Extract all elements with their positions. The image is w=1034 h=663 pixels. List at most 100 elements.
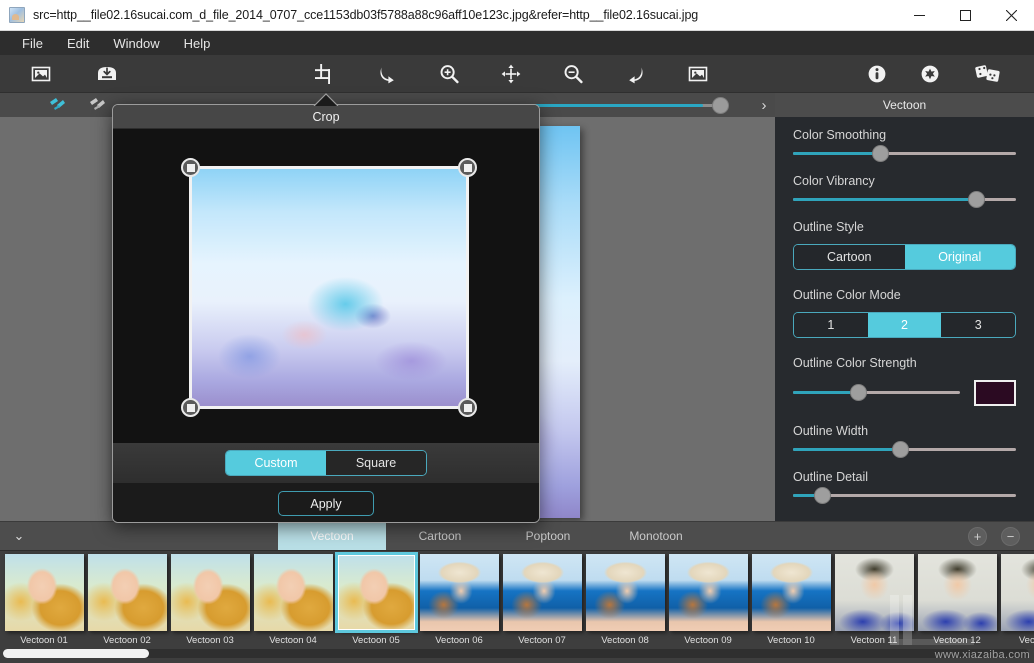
crop-handle-bottom-left[interactable]: [181, 398, 200, 417]
control-label: Outline Detail: [793, 470, 1016, 484]
collapse-chevron-down-icon[interactable]: ⌄: [0, 522, 38, 551]
color-smoothing-slider[interactable]: [793, 152, 1016, 156]
outline-color-mode-1[interactable]: 1: [794, 313, 868, 337]
preset-label: Vectoon 03: [169, 635, 251, 646]
outline-color-strength-slider[interactable]: [793, 391, 960, 395]
crop-dialog-title: Crop: [113, 105, 539, 129]
undo-icon[interactable]: [370, 59, 404, 89]
open-image-icon[interactable]: [24, 59, 58, 89]
preset-thumbnail[interactable]: [5, 554, 84, 631]
add-preset-button[interactable]: +: [968, 527, 987, 546]
randomize-dice-icon[interactable]: [971, 59, 1005, 89]
slider-knob[interactable]: [892, 441, 909, 458]
fit-image-icon[interactable]: [681, 59, 715, 89]
preset-thumbnail[interactable]: [171, 554, 250, 631]
filmstrip-item-selected[interactable]: Vectoon 05: [335, 551, 417, 641]
brush-strokes-icon[interactable]: [48, 96, 72, 114]
control-label: Outline Style: [793, 220, 1016, 234]
color-vibrancy-slider[interactable]: [793, 198, 1016, 202]
info-icon[interactable]: [860, 59, 894, 89]
outline-style-cartoon[interactable]: Cartoon: [794, 245, 905, 269]
settings-icon[interactable]: [913, 59, 947, 89]
crop-icon[interactable]: [308, 59, 342, 89]
crop-preview-stage[interactable]: [113, 129, 539, 443]
menu-window[interactable]: Window: [101, 33, 171, 54]
handle-glyph: [187, 404, 195, 412]
outline-detail-slider[interactable]: [793, 494, 1016, 498]
tab-cartoon[interactable]: Cartoon: [386, 522, 494, 551]
remove-preset-button[interactable]: −: [1001, 527, 1020, 546]
preset-thumbnail[interactable]: [669, 554, 748, 631]
filmstrip-item[interactable]: Vectoon 07: [501, 551, 583, 641]
tab-vectoon[interactable]: Vectoon: [278, 522, 386, 551]
preset-thumbnail[interactable]: [586, 554, 665, 631]
filmstrip-item[interactable]: Vectoon 09: [667, 551, 749, 641]
pan-move-icon[interactable]: [494, 59, 528, 89]
crop-dialog-pointer: [313, 93, 339, 106]
tab-monotoon[interactable]: Monotoon: [602, 522, 710, 551]
menu-help[interactable]: Help: [172, 33, 223, 54]
save-image-icon[interactable]: [90, 59, 124, 89]
slider-knob[interactable]: [968, 191, 985, 208]
control-outline-width: Outline Width: [793, 424, 1016, 452]
filmstrip-item[interactable]: Vectoon 02: [86, 551, 168, 641]
menu-file[interactable]: File: [10, 33, 55, 54]
filmstrip-item[interactable]: Vectoon 10: [750, 551, 832, 641]
crop-handle-bottom-right[interactable]: [458, 398, 477, 417]
filmstrip-item[interactable]: Vectoon 01: [3, 551, 85, 641]
minimize-button[interactable]: [896, 0, 942, 31]
crop-ratio-segmented: Custom Square: [225, 450, 427, 476]
preset-tabs: Vectoon Cartoon Poptoon Monotoon: [278, 522, 710, 551]
preset-filmstrip[interactable]: Vectoon 01 Vectoon 02 Vectoon 03 Vectoon…: [0, 550, 1034, 663]
crop-handle-top-left[interactable]: [181, 158, 200, 177]
outline-color-swatch[interactable]: [974, 380, 1016, 406]
filmstrip-scrollbar[interactable]: [3, 649, 1029, 658]
control-outline-color-strength: Outline Color Strength: [793, 356, 1016, 406]
preset-label: Vectoon 06: [418, 635, 500, 646]
crop-ratio-square[interactable]: Square: [326, 451, 426, 475]
zoom-in-icon[interactable]: [432, 59, 466, 89]
redo-icon[interactable]: [619, 59, 653, 89]
preset-thumbnail[interactable]: [254, 554, 333, 631]
filmstrip-item[interactable]: Vectoon 06: [418, 551, 500, 641]
crop-apply-button[interactable]: Apply: [278, 491, 374, 516]
filmstrip-item[interactable]: Vectoon 08: [584, 551, 666, 641]
outline-color-mode-3[interactable]: 3: [941, 313, 1015, 337]
brush-strokes-gray-icon[interactable]: [88, 96, 112, 114]
filmstrip-item[interactable]: Vectoon 1: [999, 551, 1034, 641]
preset-thumbnail[interactable]: [835, 554, 914, 631]
filmstrip-item[interactable]: Vectoon 04: [252, 551, 334, 641]
preset-thumbnail[interactable]: [918, 554, 997, 631]
outline-color-mode-2[interactable]: 2: [868, 313, 942, 337]
outline-width-slider[interactable]: [793, 448, 1016, 452]
preset-thumbnail[interactable]: [503, 554, 582, 631]
zoom-out-icon[interactable]: [556, 59, 590, 89]
crop-ratio-custom[interactable]: Custom: [226, 451, 326, 475]
crop-handle-top-right[interactable]: [458, 158, 477, 177]
preset-label: Vectoon 02: [86, 635, 168, 646]
preset-thumbnail[interactable]: [88, 554, 167, 631]
preset-thumbnail[interactable]: [337, 554, 416, 631]
filmstrip-item[interactable]: Vectoon 12: [916, 551, 998, 641]
preset-label: Vectoon 1: [999, 635, 1034, 646]
slider-knob[interactable]: [814, 487, 831, 504]
next-effect-chevron-icon[interactable]: ›: [756, 95, 772, 115]
filmstrip-item[interactable]: Vectoon 11: [833, 551, 915, 641]
preset-thumbnail[interactable]: [1001, 554, 1034, 631]
preset-label: Vectoon 10: [750, 635, 832, 646]
filmstrip-item[interactable]: Vectoon 03: [169, 551, 251, 641]
tab-poptoon[interactable]: Poptoon: [494, 522, 602, 551]
outline-style-original[interactable]: Original: [905, 245, 1016, 269]
slider-knob[interactable]: [850, 384, 867, 401]
crop-selection-frame[interactable]: [189, 166, 469, 409]
filmstrip-scrollbar-thumb[interactable]: [3, 649, 149, 658]
maximize-button[interactable]: [942, 0, 988, 31]
menu-edit[interactable]: Edit: [55, 33, 101, 54]
slider-knob[interactable]: [872, 145, 889, 162]
close-button[interactable]: [988, 0, 1034, 31]
slider-knob[interactable]: [712, 97, 729, 114]
handle-glyph: [187, 164, 195, 172]
filmstrip-track: Vectoon 01 Vectoon 02 Vectoon 03 Vectoon…: [0, 551, 1034, 641]
preset-thumbnail[interactable]: [420, 554, 499, 631]
preset-thumbnail[interactable]: [752, 554, 831, 631]
